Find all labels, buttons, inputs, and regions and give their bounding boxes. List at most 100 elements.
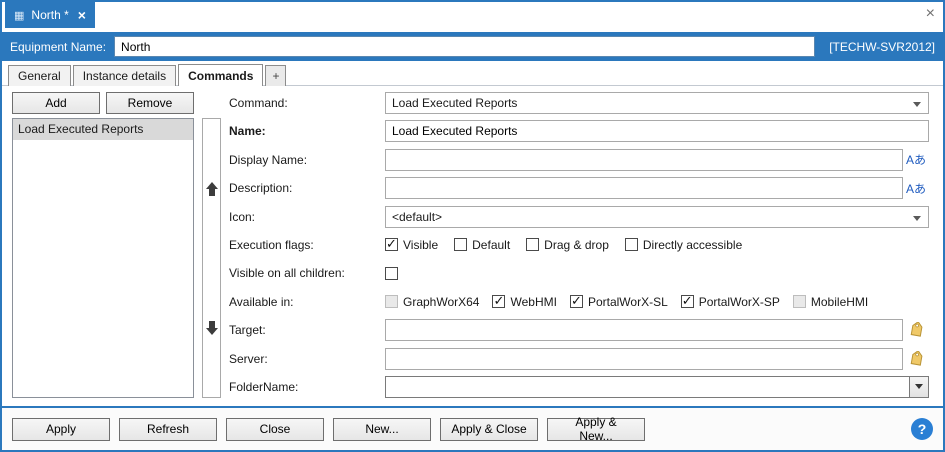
chevron-down-icon <box>913 216 921 221</box>
commands-list: Load Executed Reports <box>12 118 194 398</box>
tab-strip: General Instance details Commands + <box>2 61 943 86</box>
checkbox-box[interactable] <box>625 238 638 251</box>
checkbox-directly-accessible[interactable]: Directly accessible <box>625 238 742 252</box>
checkbox-graphworx64[interactable]: GraphWorX64 <box>385 295 479 309</box>
target-input[interactable] <box>385 319 903 341</box>
tab-close-icon[interactable]: × <box>78 8 86 22</box>
footer-bar: Apply Refresh Close New... Apply & Close… <box>2 406 943 450</box>
new-button[interactable]: New... <box>333 418 431 441</box>
display-name-row: Display Name: Aあ <box>229 149 929 171</box>
checkbox-box[interactable] <box>454 238 467 251</box>
folder-name-row: FolderName: <box>229 376 929 398</box>
apply-button[interactable]: Apply <box>12 418 110 441</box>
description-label: Description: <box>229 181 385 195</box>
command-value: Load Executed Reports <box>392 96 517 110</box>
tab-commands[interactable]: Commands <box>178 64 263 86</box>
display-name-input[interactable] <box>385 149 903 171</box>
description-input[interactable] <box>385 177 903 199</box>
checkbox-label: MobileHMI <box>811 295 868 309</box>
command-label: Command: <box>229 96 385 110</box>
tab-general[interactable]: General <box>8 65 71 86</box>
move-up-button[interactable] <box>203 119 220 258</box>
checkbox-label: Default <box>472 238 510 252</box>
checkbox-box[interactable] <box>526 238 539 251</box>
checkbox-box[interactable] <box>492 295 505 308</box>
visible-all-children-row: Visible on all children: <box>229 262 929 284</box>
target-row: Target: <box>229 319 929 341</box>
apply-close-button[interactable]: Apply & Close <box>440 418 538 441</box>
checkbox-label: Directly accessible <box>643 238 742 252</box>
checkbox-drag-drop[interactable]: Drag & drop <box>526 238 609 252</box>
titlebar: ▦ North * × × <box>2 2 943 32</box>
tab-instance-details[interactable]: Instance details <box>73 65 176 86</box>
move-down-button[interactable] <box>203 258 220 397</box>
up-arrow-icon <box>205 181 219 197</box>
close-button[interactable]: Close <box>226 418 324 441</box>
folder-name-label: FolderName: <box>229 380 385 394</box>
list-buttons: Add Remove <box>12 92 194 114</box>
checkbox-box[interactable] <box>570 295 583 308</box>
translate-icon: Aあ <box>906 151 926 168</box>
server-label: Server: <box>229 352 385 366</box>
checkbox-portalworx-sl[interactable]: PortalWorX-SL <box>570 295 668 309</box>
list-item-load-executed-reports[interactable]: Load Executed Reports <box>13 119 193 140</box>
icon-row: Icon: <default> <box>229 206 929 228</box>
command-row: Command: Load Executed Reports <box>229 92 929 114</box>
command-form: Command: Load Executed Reports Name: Dis… <box>229 92 929 398</box>
down-arrow-icon <box>205 320 219 336</box>
translate-icon: Aあ <box>906 180 926 197</box>
execution-flags-label: Execution flags: <box>229 238 385 252</box>
refresh-button[interactable]: Refresh <box>119 418 217 441</box>
checkbox-webhmi[interactable]: WebHMI <box>492 295 556 309</box>
document-tab-title: North * <box>31 8 68 22</box>
server-name-label: [TECHW-SVR2012] <box>829 40 935 54</box>
commands-list-panel: Add Remove Load Executed Reports <box>12 92 194 398</box>
checkbox-visible[interactable]: Visible <box>385 238 438 252</box>
apply-new-button[interactable]: Apply & New... <box>547 418 645 441</box>
execution-flags-row: Execution flags: Visible Default Drag & … <box>229 234 929 256</box>
name-label: Name: <box>229 124 385 138</box>
checkbox-visible-on-all-children[interactable] <box>385 267 398 280</box>
checkbox-box[interactable] <box>385 295 398 308</box>
folder-name-dropdown-button[interactable] <box>909 377 928 397</box>
tag-icon <box>908 322 924 338</box>
display-name-label: Display Name: <box>229 153 385 167</box>
translate-button[interactable]: Aあ <box>903 151 929 168</box>
checkbox-box[interactable] <box>385 267 398 280</box>
equipment-name-input[interactable] <box>114 36 815 57</box>
window-close-icon[interactable]: × <box>926 6 935 22</box>
remove-button[interactable]: Remove <box>106 92 194 114</box>
server-row: Server: <box>229 348 929 370</box>
checkbox-box[interactable] <box>385 238 398 251</box>
tag-icon <box>908 351 924 367</box>
equipment-properties-window: ▦ North * × × Equipment Name: [TECHW-SVR… <box>0 0 945 452</box>
checkbox-mobilehmi[interactable]: MobileHMI <box>793 295 868 309</box>
command-combobox[interactable]: Load Executed Reports <box>385 92 929 114</box>
name-input[interactable] <box>385 120 929 142</box>
checkbox-box[interactable] <box>793 295 806 308</box>
tag-browse-button[interactable] <box>903 351 929 367</box>
reorder-strip <box>202 118 221 398</box>
checkbox-label: PortalWorX-SL <box>588 295 668 309</box>
checkbox-label: GraphWorX64 <box>403 295 479 309</box>
help-button[interactable]: ? <box>911 418 933 440</box>
tab-add[interactable]: + <box>265 65 286 86</box>
visible-all-children-label: Visible on all children: <box>229 266 385 280</box>
checkbox-label: PortalWorX-SP <box>699 295 780 309</box>
folder-name-input[interactable] <box>386 377 909 397</box>
tag-browse-button[interactable] <box>903 322 929 338</box>
document-tab-north[interactable]: ▦ North * × <box>5 2 95 28</box>
server-input[interactable] <box>385 348 903 370</box>
translate-button[interactable]: Aあ <box>903 180 929 197</box>
checkbox-portalworx-sp[interactable]: PortalWorX-SP <box>681 295 780 309</box>
icon-combobox[interactable]: <default> <box>385 206 929 228</box>
checkbox-box[interactable] <box>681 295 694 308</box>
icon-label: Icon: <box>229 210 385 224</box>
question-mark-icon: ? <box>918 421 927 437</box>
name-row: Name: <box>229 120 929 142</box>
target-label: Target: <box>229 323 385 337</box>
available-in-row: Available in: GraphWorX64 WebHMI PortalW… <box>229 291 929 313</box>
add-button[interactable]: Add <box>12 92 100 114</box>
chevron-down-icon <box>915 384 923 389</box>
checkbox-default[interactable]: Default <box>454 238 510 252</box>
